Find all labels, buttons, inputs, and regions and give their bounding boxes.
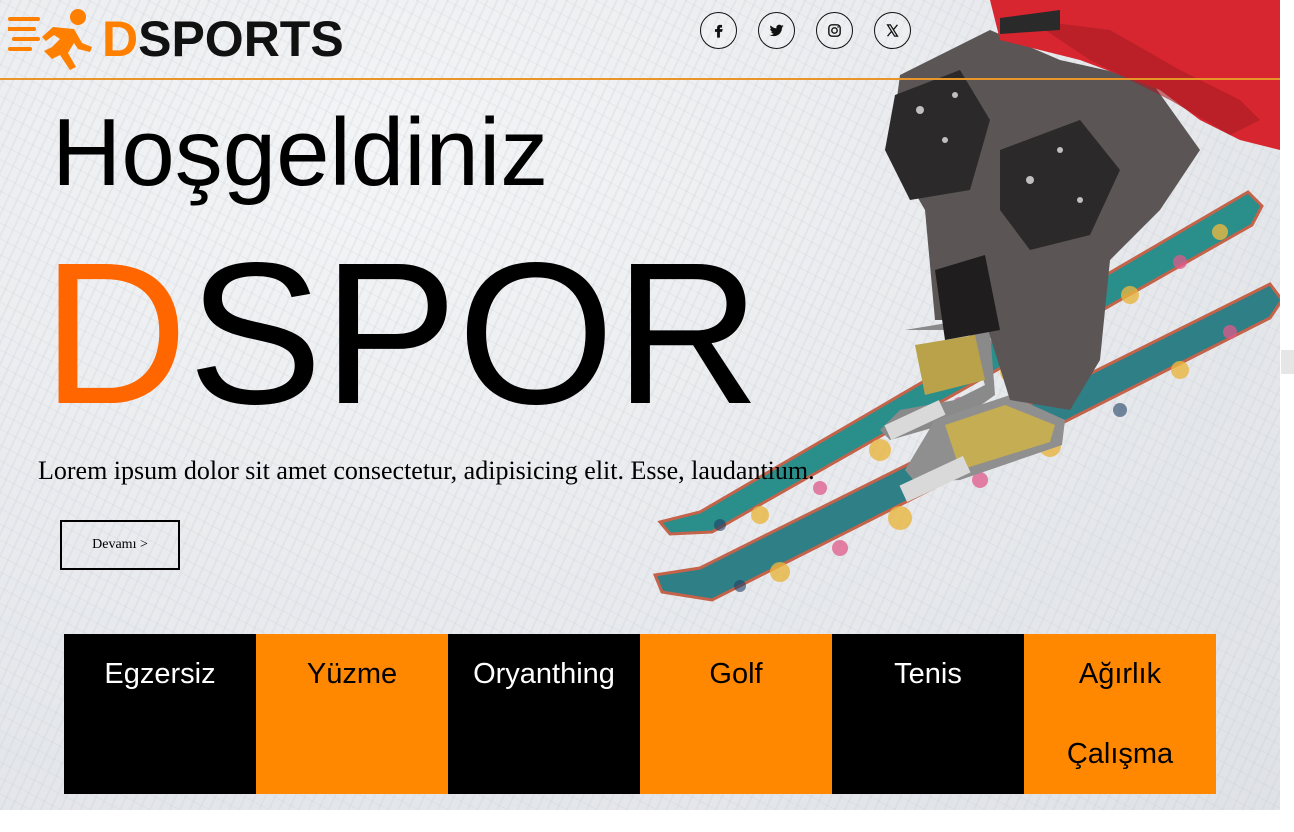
- welcome-heading: Hoşgeldiniz: [52, 99, 549, 206]
- runner-icon: [8, 9, 92, 70]
- brand-word: SPOR: [187, 220, 761, 446]
- brand-heading: DSPOR: [42, 232, 760, 434]
- x-icon: [886, 24, 899, 37]
- logo-text: DSPORTS: [102, 14, 344, 64]
- brand-accent-letter: D: [42, 220, 188, 446]
- hero-description: Lorem ipsum dolor sit amet consectetur, …: [38, 456, 815, 485]
- facebook-button[interactable]: [700, 12, 737, 49]
- instagram-button[interactable]: [816, 12, 853, 49]
- category-label: Oryanthing: [473, 658, 615, 690]
- category-label: Egzersiz: [104, 658, 216, 690]
- category-tile-egzersiz[interactable]: Egzersiz: [64, 634, 256, 794]
- category-tile-oryanthing[interactable]: Oryanthing: [448, 634, 640, 794]
- twitter-button[interactable]: [758, 12, 795, 49]
- page-edge: [1280, 0, 1294, 832]
- instagram-icon: [828, 24, 841, 37]
- category-label: Ağırlık Çalışma: [1066, 658, 1174, 770]
- social-links: [700, 12, 911, 49]
- logo[interactable]: DSPORTS: [8, 6, 344, 72]
- category-label: Tenis: [894, 658, 962, 690]
- scroll-marker: [1281, 350, 1294, 374]
- category-tiles: Egzersiz Yüzme Oryanthing Golf Tenis Ağı…: [64, 634, 1216, 794]
- twitter-icon: [769, 24, 784, 37]
- site-header: DSPORTS: [0, 0, 1280, 80]
- facebook-icon: [714, 24, 723, 38]
- logo-accent-letter: D: [102, 11, 139, 67]
- category-label: Yüzme: [306, 658, 398, 690]
- logo-word: SPORTS: [138, 11, 344, 67]
- x-button[interactable]: [874, 12, 911, 49]
- category-tile-agirlik-calisma[interactable]: Ağırlık Çalışma: [1024, 634, 1216, 794]
- category-label: Golf: [709, 658, 763, 690]
- read-more-button[interactable]: Devamı >: [60, 520, 180, 570]
- category-tile-yuzme[interactable]: Yüzme: [256, 634, 448, 794]
- page: DSPORTS Hoşgeldiniz DSPOR Lorem ipsum do…: [0, 0, 1294, 832]
- category-tile-golf[interactable]: Golf: [640, 634, 832, 794]
- category-tile-tenis[interactable]: Tenis: [832, 634, 1024, 794]
